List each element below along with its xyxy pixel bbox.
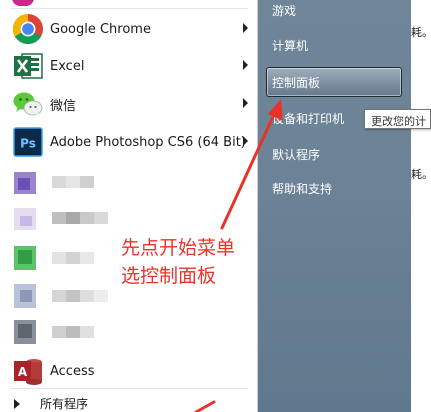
annotation-arrow-head [268,99,283,121]
annotation-arrow-fragment [194,400,216,412]
annotation-text-line1: 先点开始菜单 [121,237,236,259]
annotation-overlay [194,99,283,412]
annotation-text-line2: 选控制面板 [121,265,217,287]
annotation-arrow-line [220,106,279,230]
